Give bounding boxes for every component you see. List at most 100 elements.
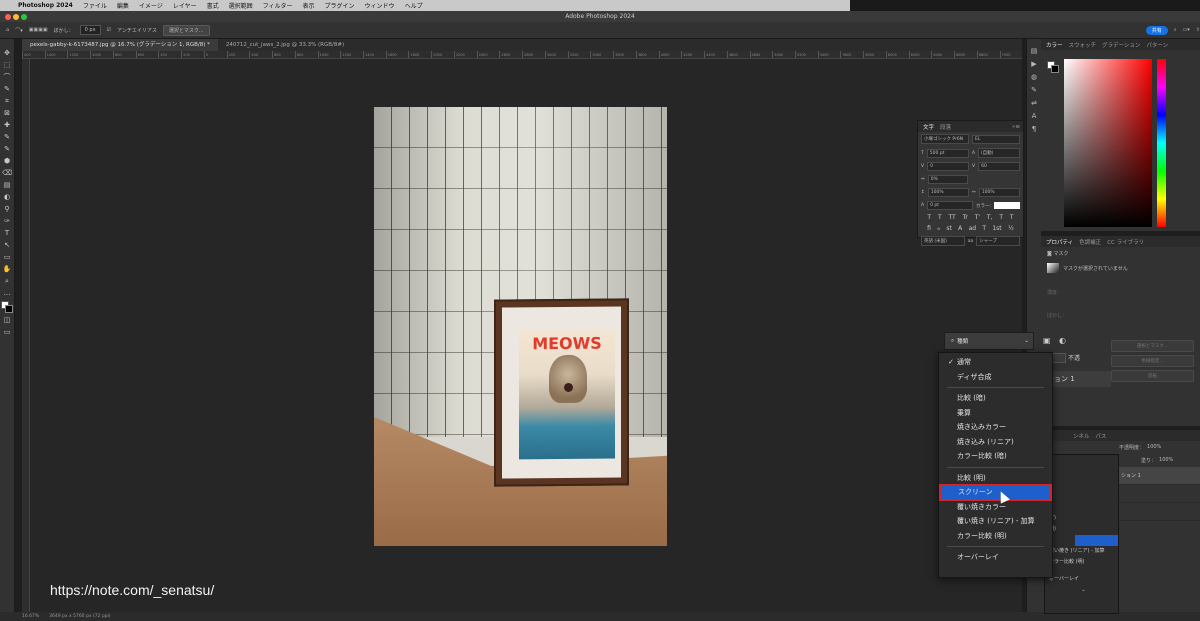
- image-filter-icon[interactable]: ▣: [1043, 336, 1051, 345]
- superscript-button[interactable]: T': [975, 214, 980, 221]
- share-button[interactable]: 共有: [1145, 25, 1168, 35]
- document-image[interactable]: MEOWS: [374, 107, 667, 546]
- eyedropper-tool-icon[interactable]: ✚: [2, 121, 12, 130]
- opentype-icon[interactable]: ad: [969, 225, 977, 232]
- antialias-checkbox[interactable]: ☑: [107, 27, 111, 33]
- color-panel-fg-bg-swatch[interactable]: [1047, 61, 1059, 73]
- tab-cc-libraries[interactable]: CC ライブラリ: [1107, 238, 1144, 246]
- blend-filter-select[interactable]: ⌕ 種類 ⌄: [944, 332, 1034, 350]
- menu-edit[interactable]: 編集: [117, 1, 129, 10]
- font-family-select[interactable]: 小塚ゴシック Pr6N: [921, 134, 969, 144]
- select-and-mask-prop-button[interactable]: 選択とマスク...: [1111, 340, 1194, 352]
- hand-tool-icon[interactable]: ✋: [2, 265, 12, 274]
- app-menu[interactable]: Photoshop 2024: [18, 2, 73, 9]
- menu-item[interactable]: 覆い焼き (リニア) - 加算: [1045, 546, 1118, 557]
- close-window-button[interactable]: [5, 14, 11, 20]
- antialias-select[interactable]: シャープ: [976, 236, 1021, 246]
- strikethrough-button[interactable]: T: [1010, 214, 1014, 221]
- horizontal-scale-field[interactable]: 100%: [978, 188, 1020, 197]
- menu-item-highlighted[interactable]: [1075, 535, 1118, 546]
- opentype-icon[interactable]: T: [982, 225, 986, 232]
- zoom-level[interactable]: 16.67%: [22, 614, 39, 619]
- more-tools-icon[interactable]: …: [2, 289, 12, 298]
- brush-tool-icon[interactable]: ✎: [2, 145, 12, 154]
- opentype-icon[interactable]: 1st: [992, 225, 1001, 232]
- blend-lighter-color[interactable]: カラー比較 (明): [939, 529, 1052, 544]
- vertical-scale-field[interactable]: 100%: [927, 188, 969, 197]
- blend-overlay[interactable]: オーバーレイ: [939, 550, 1052, 565]
- quick-select-tool-icon[interactable]: ✎: [2, 85, 12, 94]
- menu-select[interactable]: 選択範囲: [229, 1, 253, 10]
- adjustment-filter-icon[interactable]: ◐: [1059, 336, 1066, 345]
- color-range-button[interactable]: 色域指定...: [1111, 355, 1194, 367]
- tsume-field[interactable]: 0%: [927, 175, 968, 184]
- blend-darker-color[interactable]: カラー比較 (暗): [939, 449, 1052, 464]
- blend-dissolve[interactable]: ディザ合成: [939, 370, 1052, 385]
- menu-help[interactable]: ヘルプ: [405, 1, 423, 10]
- underline-button[interactable]: T: [999, 214, 1003, 221]
- menu-window[interactable]: ウィンドウ: [365, 1, 395, 10]
- search-icon[interactable]: ⌕: [1174, 27, 1177, 33]
- home-icon[interactable]: ⌂: [6, 27, 9, 33]
- faux-bold-button[interactable]: T: [927, 214, 931, 221]
- language-select[interactable]: 英語 (米国): [921, 236, 965, 246]
- crop-tool-icon[interactable]: ⌗: [2, 97, 12, 106]
- menu-image[interactable]: イメージ: [139, 1, 163, 10]
- opentype-icon[interactable]: ℴ: [937, 225, 940, 232]
- menu-filter[interactable]: フィルター: [263, 1, 293, 10]
- blur-tool-icon[interactable]: ⚲: [2, 205, 12, 214]
- share-icon[interactable]: ⇪: [1196, 27, 1200, 33]
- chevron-down-icon[interactable]: ⌄: [1045, 585, 1118, 596]
- menu-item[interactable]: カラー比較 (明): [1045, 557, 1118, 568]
- menu-view[interactable]: 表示: [303, 1, 315, 10]
- adjust-icon[interactable]: ⇌: [1031, 99, 1037, 107]
- zoom-tool-icon[interactable]: ⌕: [2, 277, 12, 286]
- gradient-tool-icon[interactable]: ▤: [2, 181, 12, 190]
- tab-doc-2[interactable]: 240712_cut_jaws_2.jpg @ 33.3% (RGB/8#): [218, 39, 352, 51]
- selection-mode-icons[interactable]: ▣▣▣▣: [29, 27, 48, 33]
- tab-adjustments[interactable]: 色調補正: [1079, 238, 1101, 246]
- blend-color-burn[interactable]: 焼き込みカラー: [939, 420, 1052, 435]
- opentype-icon[interactable]: ﬁ: [927, 225, 931, 232]
- play-icon[interactable]: ▶: [1031, 60, 1036, 68]
- invert-button[interactable]: 反転: [1111, 370, 1194, 382]
- blend-lighten[interactable]: 比較 (明): [939, 471, 1052, 486]
- tab-patterns[interactable]: パターン: [1146, 41, 1168, 49]
- menu-item[interactable]: 明): [1045, 524, 1118, 535]
- tab-properties[interactable]: プロパティ: [1046, 238, 1073, 246]
- opentype-icon[interactable]: st: [946, 225, 951, 232]
- opentype-icon[interactable]: ½: [1008, 225, 1014, 232]
- frame-tool-icon[interactable]: ⊠: [2, 109, 12, 118]
- menu-type[interactable]: 書式: [207, 1, 219, 10]
- menu-item[interactable]: オーバーレイ: [1045, 574, 1118, 585]
- brush-settings-icon[interactable]: ✎: [1031, 86, 1037, 94]
- workspace-icon[interactable]: ▭▾: [1183, 27, 1190, 33]
- fill-value[interactable]: 100%: [1159, 457, 1173, 464]
- opentype-icon[interactable]: A: [958, 225, 962, 232]
- menu-plugins[interactable]: プラグイン: [325, 1, 355, 10]
- tracking-field[interactable]: 60: [978, 162, 1020, 171]
- tab-doc-1[interactable]: pexels-gabby-k-6173487.jpg @ 16.7% (グラデー…: [22, 39, 218, 51]
- document-dimensions[interactable]: 3649 px x 5760 px (72 ppi): [49, 614, 110, 619]
- tab-character[interactable]: 文字: [923, 123, 934, 131]
- subscript-button[interactable]: T,: [987, 214, 993, 221]
- comment-icon[interactable]: ◍: [1031, 73, 1037, 81]
- lasso-tool-icon[interactable]: ⌒▾: [15, 27, 23, 34]
- opacity-value[interactable]: 100%: [1147, 444, 1161, 451]
- saturation-brightness-field[interactable]: [1064, 59, 1152, 227]
- blend-normal[interactable]: ✓ 通常: [939, 355, 1052, 370]
- dodge-tool-icon[interactable]: ◐: [2, 193, 12, 202]
- eraser-tool-icon[interactable]: ⌫: [2, 169, 12, 178]
- all-caps-button[interactable]: TT: [948, 214, 955, 221]
- quick-mask-icon[interactable]: ◫: [2, 316, 12, 325]
- zoom-window-button[interactable]: [21, 14, 27, 20]
- kerning-field[interactable]: 0: [927, 162, 969, 171]
- tab-gradients[interactable]: グラデーション: [1102, 41, 1140, 49]
- baseline-field[interactable]: 0 pt: [927, 201, 973, 210]
- type-tool-icon[interactable]: T: [2, 229, 12, 238]
- blend-linear-dodge[interactable]: 覆い焼き (リニア) - 加算: [939, 514, 1052, 529]
- blend-linear-burn[interactable]: 焼き込み (リニア): [939, 435, 1052, 450]
- font-style-select[interactable]: EL: [972, 134, 1020, 144]
- menu-file[interactable]: ファイル: [83, 1, 107, 10]
- pen-tool-icon[interactable]: ✑: [2, 217, 12, 226]
